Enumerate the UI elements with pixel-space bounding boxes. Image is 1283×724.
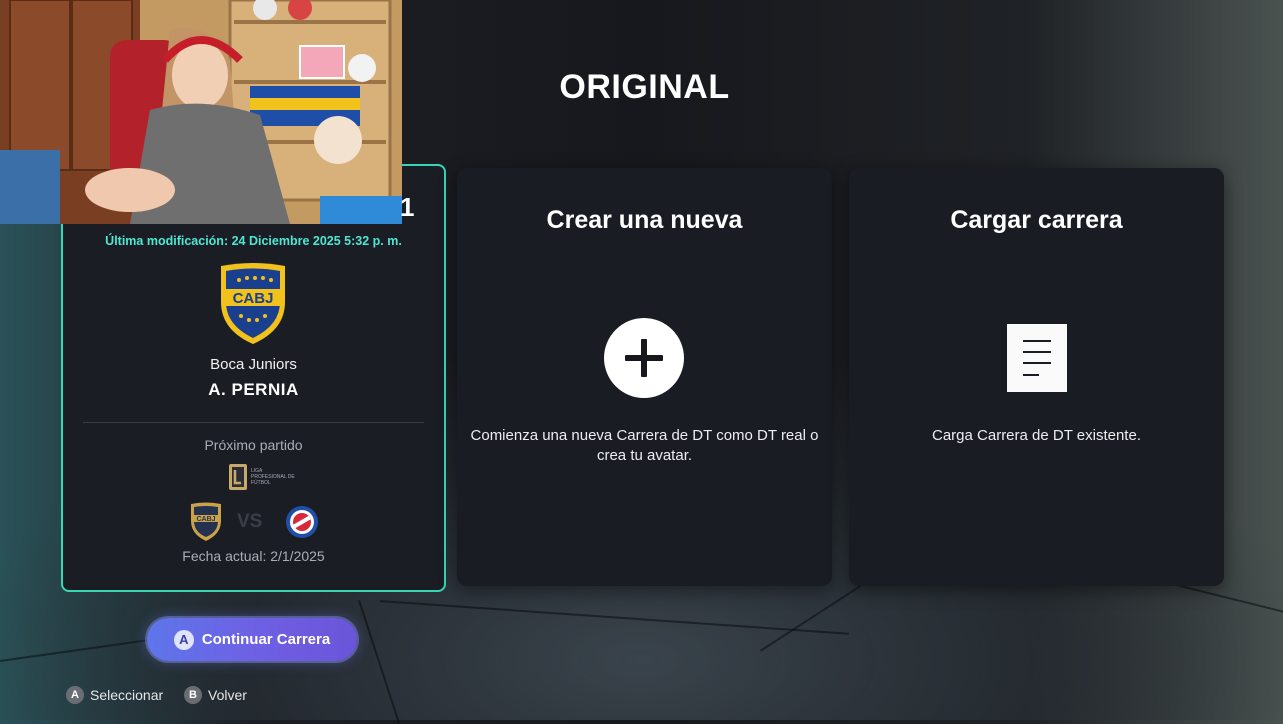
create-new-career-card[interactable]: Crear una nueva Comienza una nueva Carre… — [457, 168, 832, 586]
create-new-description: Comienza una nueva Carrera de DT como DT… — [470, 427, 819, 464]
back-hint[interactable]: B Volver — [184, 686, 247, 704]
plus-glyph — [625, 339, 663, 377]
next-match-label: Próximo partido — [204, 437, 303, 453]
current-date: Fecha actual: 2/1/2025 — [182, 548, 325, 564]
team-name: Boca Juniors — [210, 356, 297, 373]
league-logo: LIGA PROFESIONAL DE FÚTBOL — [229, 464, 295, 490]
load-career-description: Carga Carrera de DT existente. — [932, 427, 1141, 444]
load-career-title: Cargar carrera — [950, 206, 1123, 234]
webcam-overlay — [0, 0, 402, 224]
save-slot-number: 1 — [400, 192, 415, 222]
document-icon — [1007, 324, 1067, 392]
load-career-card[interactable]: Cargar carrera Carga Carrera de DT exist… — [849, 168, 1224, 586]
plus-icon — [604, 318, 684, 398]
floor-seam — [358, 600, 401, 724]
continue-career-button[interactable]: A Continuar Carrera — [147, 618, 357, 661]
a-button-icon: A — [173, 629, 194, 650]
divider — [83, 422, 424, 423]
continue-career-label: Continuar Carrera — [201, 631, 331, 648]
away-team-crest-icon — [286, 506, 318, 538]
vs-label: VS — [237, 511, 263, 532]
floor-seam — [379, 600, 849, 635]
b-button-icon: B — [184, 686, 202, 704]
manager-name: A. PERNIA — [208, 380, 299, 399]
saved-career-card[interactable]: Última modificación: 24 Diciembre 2025 5… — [61, 164, 446, 592]
home-team-crest-icon: CABJ — [191, 502, 221, 541]
webcam-scene-image — [0, 0, 402, 224]
league-logo-text: LIGA PROFESIONAL DE FÚTBOL — [251, 468, 295, 486]
last-modified-text: Última modificación: 24 Diciembre 2025 5… — [105, 234, 402, 248]
select-hint[interactable]: A Seleccionar — [66, 686, 163, 704]
home-crest-text: CABJ — [196, 516, 215, 523]
back-hint-label: Volver — [208, 687, 247, 703]
a-button-icon: A — [66, 686, 84, 704]
create-new-title: Crear una nueva — [546, 206, 743, 234]
boca-juniors-crest-icon: CABJ — [221, 263, 285, 344]
next-match: CABJ VS — [185, 502, 325, 542]
liga-profesional-icon — [229, 464, 247, 490]
select-hint-label: Seleccionar — [90, 687, 164, 703]
crest-text: CABJ — [233, 290, 274, 307]
